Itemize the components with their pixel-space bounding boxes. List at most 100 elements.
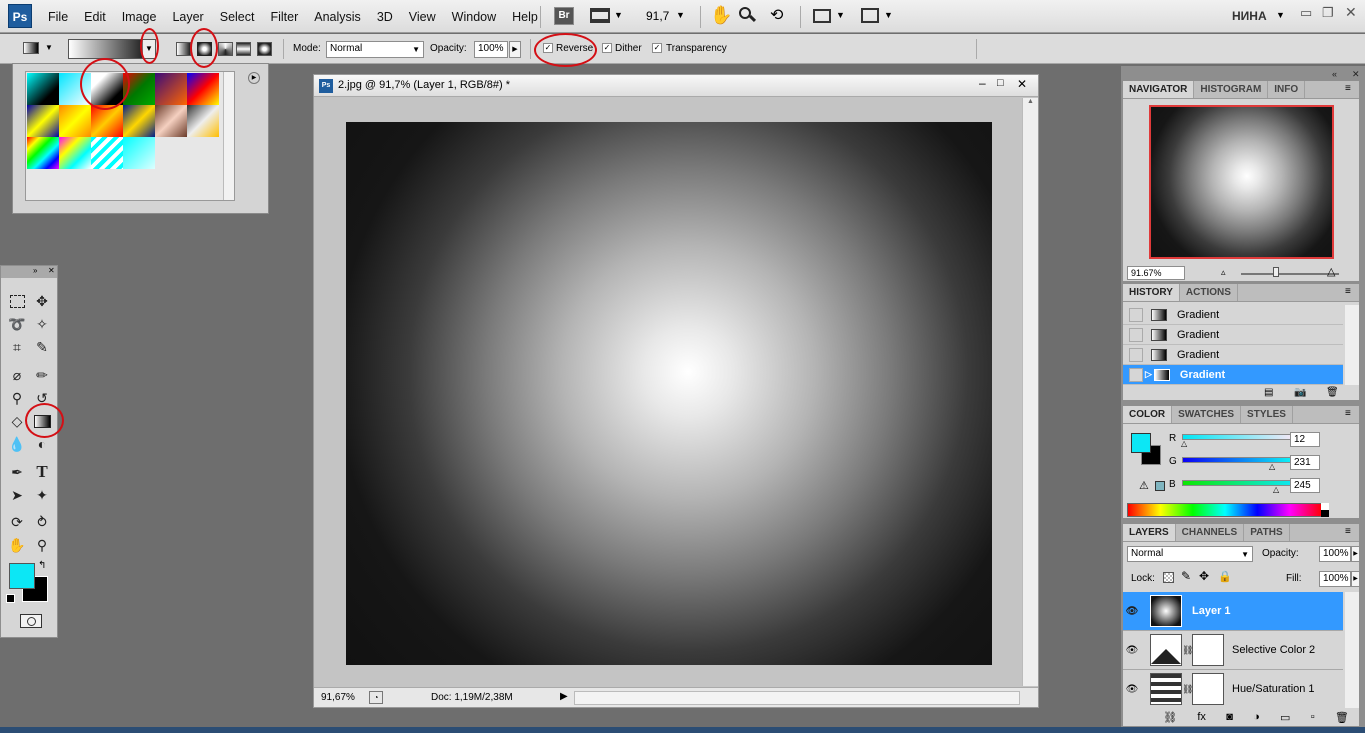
collapse-icon[interactable]: «: [1332, 69, 1337, 79]
panel-menu-icon[interactable]: ≡: [1345, 83, 1351, 94]
eye-icon[interactable]: 👁: [1123, 606, 1141, 617]
gradient-tool-icon[interactable]: [31, 410, 53, 432]
horizontal-scrollbar[interactable]: [574, 691, 1020, 705]
dodge-icon[interactable]: ◐: [31, 433, 53, 455]
foreground-color-swatch[interactable]: [9, 563, 35, 589]
layer-opacity-slider-button[interactable]: ▶: [1351, 546, 1360, 562]
3d-orbit-icon[interactable]: ⥁: [31, 511, 53, 533]
menu-image[interactable]: Image: [114, 10, 165, 24]
picker-scrollbar[interactable]: [223, 72, 234, 200]
menu-analysis[interactable]: Analysis: [306, 10, 369, 24]
blue-value-input[interactable]: 245: [1290, 478, 1320, 493]
gradient-tool-preset-icon[interactable]: [23, 42, 39, 54]
maximize-icon[interactable]: □: [997, 77, 1004, 89]
adjustment-layer-icon[interactable]: ◑: [1253, 711, 1260, 723]
gradient-swatch[interactable]: [91, 137, 123, 169]
close-icon[interactable]: ✕: [1017, 77, 1027, 91]
tab-history[interactable]: HISTORY: [1123, 284, 1180, 301]
eye-icon[interactable]: 👁: [1123, 684, 1141, 695]
gradient-swatch[interactable]: [123, 137, 155, 169]
pen-icon[interactable]: ✒: [6, 461, 28, 483]
gradient-swatch[interactable]: [123, 105, 155, 137]
chevron-down-icon[interactable]: ▼: [836, 10, 845, 20]
mode-select[interactable]: Normal ▼: [326, 41, 424, 58]
bridge-button[interactable]: Br: [554, 7, 574, 25]
gradient-swatch[interactable]: [91, 105, 123, 137]
slider-handle[interactable]: △: [1269, 462, 1275, 471]
gradient-swatch[interactable]: [59, 105, 91, 137]
gradient-swatch[interactable]: [27, 105, 59, 137]
gradient-swatch[interactable]: [91, 73, 123, 105]
hand-icon[interactable]: ✋: [710, 5, 732, 26]
scroll-up-icon[interactable]: ▲: [1023, 98, 1038, 105]
menu-filter[interactable]: Filter: [262, 10, 306, 24]
collapse-icon[interactable]: »: [33, 266, 37, 275]
tab-channels[interactable]: CHANNELS: [1176, 524, 1245, 541]
history-brush-source-box[interactable]: [1129, 367, 1143, 382]
zoom-level[interactable]: 91,7: [646, 9, 669, 23]
color-spectrum-bar[interactable]: [1127, 503, 1323, 517]
chevron-down-icon[interactable]: ▼: [45, 43, 53, 52]
history-item-selected[interactable]: ▷ Gradient: [1123, 365, 1343, 385]
gradient-swatch[interactable]: [27, 137, 59, 169]
status-menu-icon[interactable]: ▶: [560, 691, 568, 702]
history-item[interactable]: Gradient: [1123, 305, 1343, 325]
magic-wand-icon[interactable]: ✧: [31, 313, 53, 335]
navigator-preview[interactable]: [1149, 105, 1334, 259]
chevron-down-icon[interactable]: ▼: [884, 10, 893, 20]
tab-swatches[interactable]: SWATCHES: [1172, 406, 1242, 423]
custom-shape-icon[interactable]: ✦: [31, 484, 53, 506]
gradient-swatch[interactable]: [59, 73, 91, 105]
close-icon[interactable]: ✕: [48, 266, 55, 275]
layer-opacity-input[interactable]: 100%: [1319, 546, 1351, 562]
opacity-input[interactable]: 100%: [474, 41, 508, 58]
status-icon[interactable]: ◔: [369, 691, 383, 704]
picker-menu-button[interactable]: ▶: [248, 72, 260, 84]
tab-styles[interactable]: STYLES: [1241, 406, 1293, 423]
navigator-zoom-slider[interactable]: [1241, 273, 1339, 275]
swap-colors-icon[interactable]: ↰: [38, 560, 46, 571]
layer-mask-thumbnail[interactable]: [1192, 634, 1224, 666]
tab-color[interactable]: COLOR: [1123, 406, 1173, 423]
gamut-warning-icon[interactable]: ⚠: [1139, 479, 1149, 492]
move-icon[interactable]: ✥: [31, 290, 53, 312]
new-group-icon[interactable]: ▭: [1280, 711, 1290, 724]
gradient-swatch[interactable]: [187, 105, 219, 137]
eye-icon[interactable]: 👁: [1123, 645, 1141, 656]
trash-icon[interactable]: 🗑: [1326, 387, 1339, 398]
screen-mode-icon[interactable]: [861, 8, 879, 23]
snapshot-icon[interactable]: 📷: [1294, 387, 1306, 398]
opacity-slider-button[interactable]: ▶: [509, 41, 521, 58]
menu-edit[interactable]: Edit: [76, 10, 114, 24]
crop-icon[interactable]: ⌗: [6, 336, 28, 358]
panel-menu-icon[interactable]: ≡: [1345, 286, 1351, 297]
diamond-gradient-button[interactable]: [257, 42, 272, 56]
trash-icon[interactable]: 🗑: [1335, 711, 1349, 724]
gradient-swatch[interactable]: [187, 73, 219, 105]
workspace-name[interactable]: НИНА: [1232, 9, 1267, 23]
panel-menu-icon[interactable]: ≡: [1345, 408, 1351, 419]
new-layer-icon[interactable]: ▫: [1311, 711, 1315, 723]
menu-view[interactable]: View: [401, 10, 444, 24]
menu-file[interactable]: File: [40, 10, 76, 24]
eraser-icon[interactable]: ◇: [6, 410, 28, 432]
marquee-icon[interactable]: [6, 290, 28, 312]
chevron-down-icon[interactable]: ▼: [676, 10, 685, 20]
green-slider[interactable]: [1182, 457, 1298, 463]
reflected-gradient-button[interactable]: [236, 42, 251, 56]
gradient-swatch[interactable]: [123, 73, 155, 105]
tab-navigator[interactable]: NAVIGATOR: [1123, 81, 1195, 98]
fill-input[interactable]: 100%: [1319, 571, 1351, 587]
minimize-icon[interactable]: ▭: [1300, 5, 1312, 21]
gradient-swatch[interactable]: [27, 73, 59, 105]
restore-icon[interactable]: ❐: [1322, 5, 1334, 21]
tab-layers[interactable]: LAYERS: [1123, 524, 1176, 541]
link-layers-icon[interactable]: ⛓: [1163, 711, 1177, 724]
document-titlebar[interactable]: Ps 2.jpg @ 91,7% (Layer 1, RGB/8#) * – □…: [314, 75, 1038, 97]
menu-select[interactable]: Select: [212, 10, 263, 24]
3d-rotate-icon[interactable]: ⟳: [6, 511, 28, 533]
close-icon[interactable]: ✕: [1345, 4, 1357, 21]
arrange-documents-icon[interactable]: [813, 9, 831, 23]
foreground-color-swatch[interactable]: [1131, 433, 1151, 453]
black-white-swatch[interactable]: [1321, 503, 1329, 517]
